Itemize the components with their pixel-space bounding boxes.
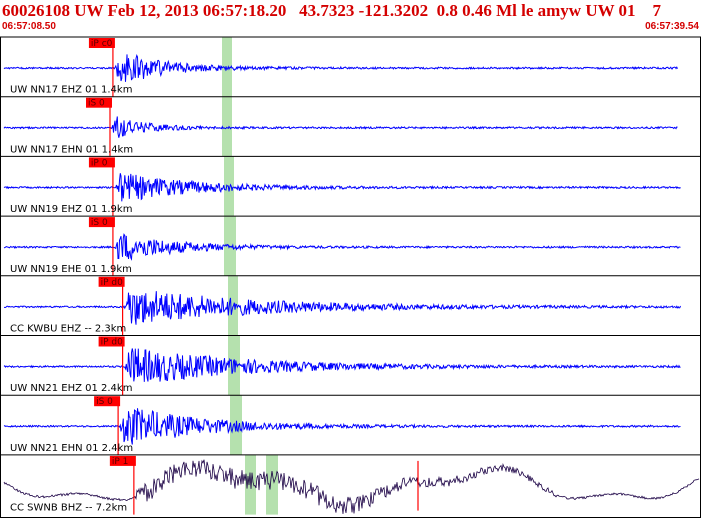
waveform-trace [3,348,681,382]
station-label: CC SWNB BHZ -- 7.2km [10,503,127,514]
phase-pick-label: iS 0 [88,99,105,109]
phase-pick-label: iP 0 [91,158,108,168]
travel-window-shade [228,335,240,396]
station-label: UW NN19 EHZ 01 1.9km [10,204,132,215]
station-label: CC KWBU EHZ -- 2.3km [10,324,126,335]
travel-window-shade [266,454,278,515]
phase-pick-label: iP d0 [101,278,124,288]
station-label: UW NN21 EHZ 01 2.4km [10,383,132,394]
waveform-trace [3,116,678,138]
phase-pick-label: iP d0 [101,338,124,348]
waveform-trace [3,54,678,82]
phase-pick-label: iS 0 [91,218,108,228]
seismogram-panel: iP c0 UW NN17 EHZ 01 1.4km iS 0 UW NN17 EHN… [0,36,701,518]
phase-pick-label: iS 0 [96,397,113,407]
phase-pick-label: iP 1 [112,457,129,467]
waveform-trace [4,291,681,325]
phase-pick-label: iP c0 [91,39,113,49]
station-label: UW NN19 EHE 01 1.9km [10,264,132,275]
travel-window-shade [222,96,232,157]
waveform-trace [3,233,681,261]
waveform-trace [3,173,681,202]
waveform-trace [3,408,681,445]
station-label: UW NN17 EHN 01 1.4km [10,144,133,155]
travel-window-shade [224,156,234,217]
station-label: UW NN21 EHN 01 2.4km [10,443,133,454]
station-label: UW NN17 EHZ 01 1.4km [10,85,132,96]
